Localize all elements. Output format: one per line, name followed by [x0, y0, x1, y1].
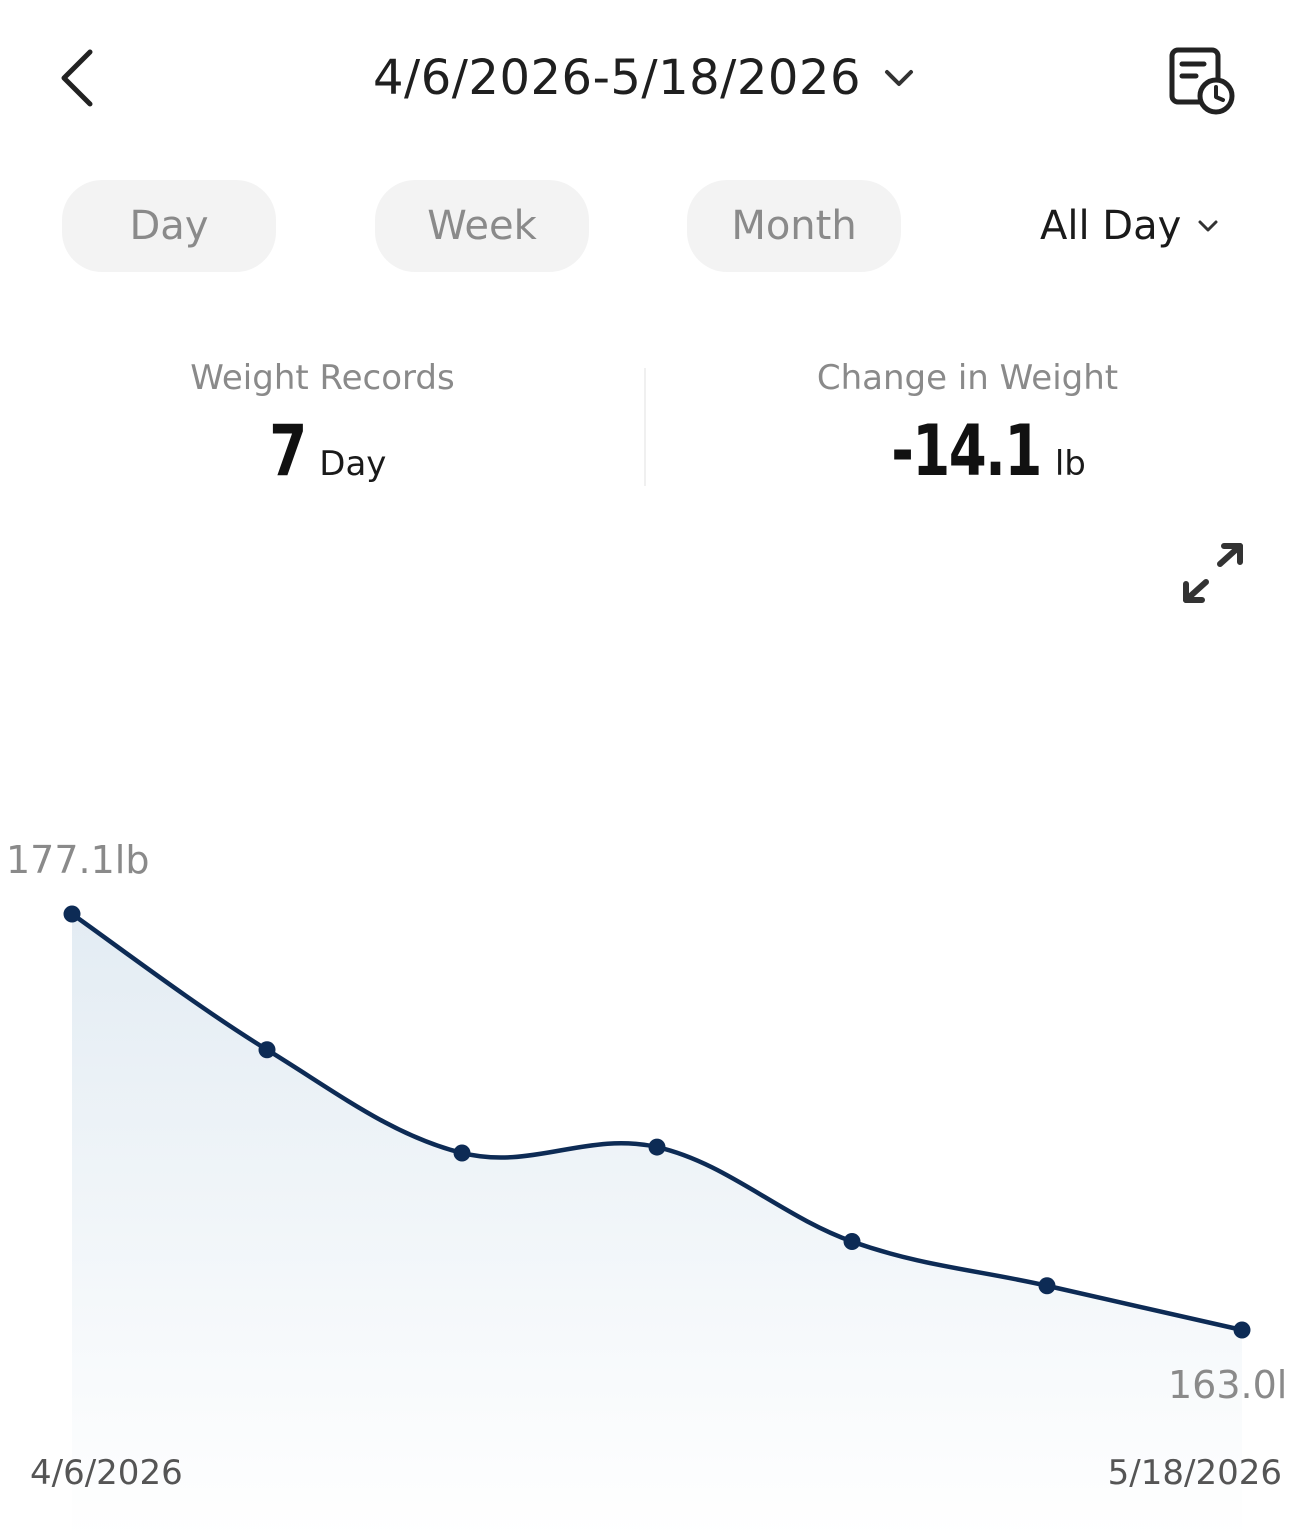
period-select-label: All Day [1040, 203, 1182, 249]
period-select[interactable]: All Day [1040, 180, 1250, 272]
x-tick-label-start: 4/6/2026 [30, 1453, 183, 1493]
data-point[interactable] [1038, 1277, 1056, 1295]
x-tick-label-end: 5/18/2026 [1108, 1453, 1282, 1493]
change-in-weight-label: Change in Weight [816, 358, 1119, 398]
max-value-label: 177.1lb [6, 838, 149, 882]
data-point[interactable] [258, 1041, 276, 1059]
back-button[interactable] [40, 40, 116, 116]
weight-chart-svg: 177.1lb 163.0l 4/6/2026 5/18/2026 [6, 838, 1287, 1539]
report-button[interactable] [1160, 40, 1240, 120]
chevron-left-icon [61, 49, 93, 107]
weight-records-value: 7 Day [110, 410, 535, 500]
expand-arrows-icon [1183, 543, 1243, 603]
date-range-label: 4/6/2026-5/18/2026 [372, 50, 861, 106]
weight-records-number: 7 [268, 410, 307, 492]
change-in-weight-unit: lb [1054, 444, 1086, 484]
data-point[interactable] [843, 1232, 861, 1250]
report-clock-icon [1169, 47, 1235, 115]
tab-day[interactable]: Day [62, 180, 276, 272]
weight-chart: 177.1lb 163.0l 4/6/2026 5/18/2026 [0, 800, 1290, 1539]
weight-area [72, 914, 1242, 1539]
expand-chart-button[interactable] [1176, 538, 1250, 612]
tab-month[interactable]: Month [687, 180, 901, 272]
chevron-down-icon [885, 70, 913, 86]
date-range-selector[interactable]: 4/6/2026-5/18/2026 [300, 40, 990, 116]
tab-week[interactable]: Week [375, 180, 589, 272]
data-point[interactable] [1233, 1321, 1251, 1339]
chevron-down-icon [1198, 220, 1218, 232]
change-in-weight-value: -14.1 lb [745, 410, 1190, 500]
data-point[interactable] [453, 1144, 471, 1162]
data-point[interactable] [63, 905, 81, 923]
weight-records-label: Weight Records [190, 358, 455, 398]
min-value-label: 163.0l [1168, 1363, 1287, 1407]
stats-divider [644, 368, 646, 486]
data-point[interactable] [648, 1138, 666, 1156]
weight-records-unit: Day [319, 444, 387, 484]
change-in-weight-number: -14.1 [891, 410, 1042, 492]
